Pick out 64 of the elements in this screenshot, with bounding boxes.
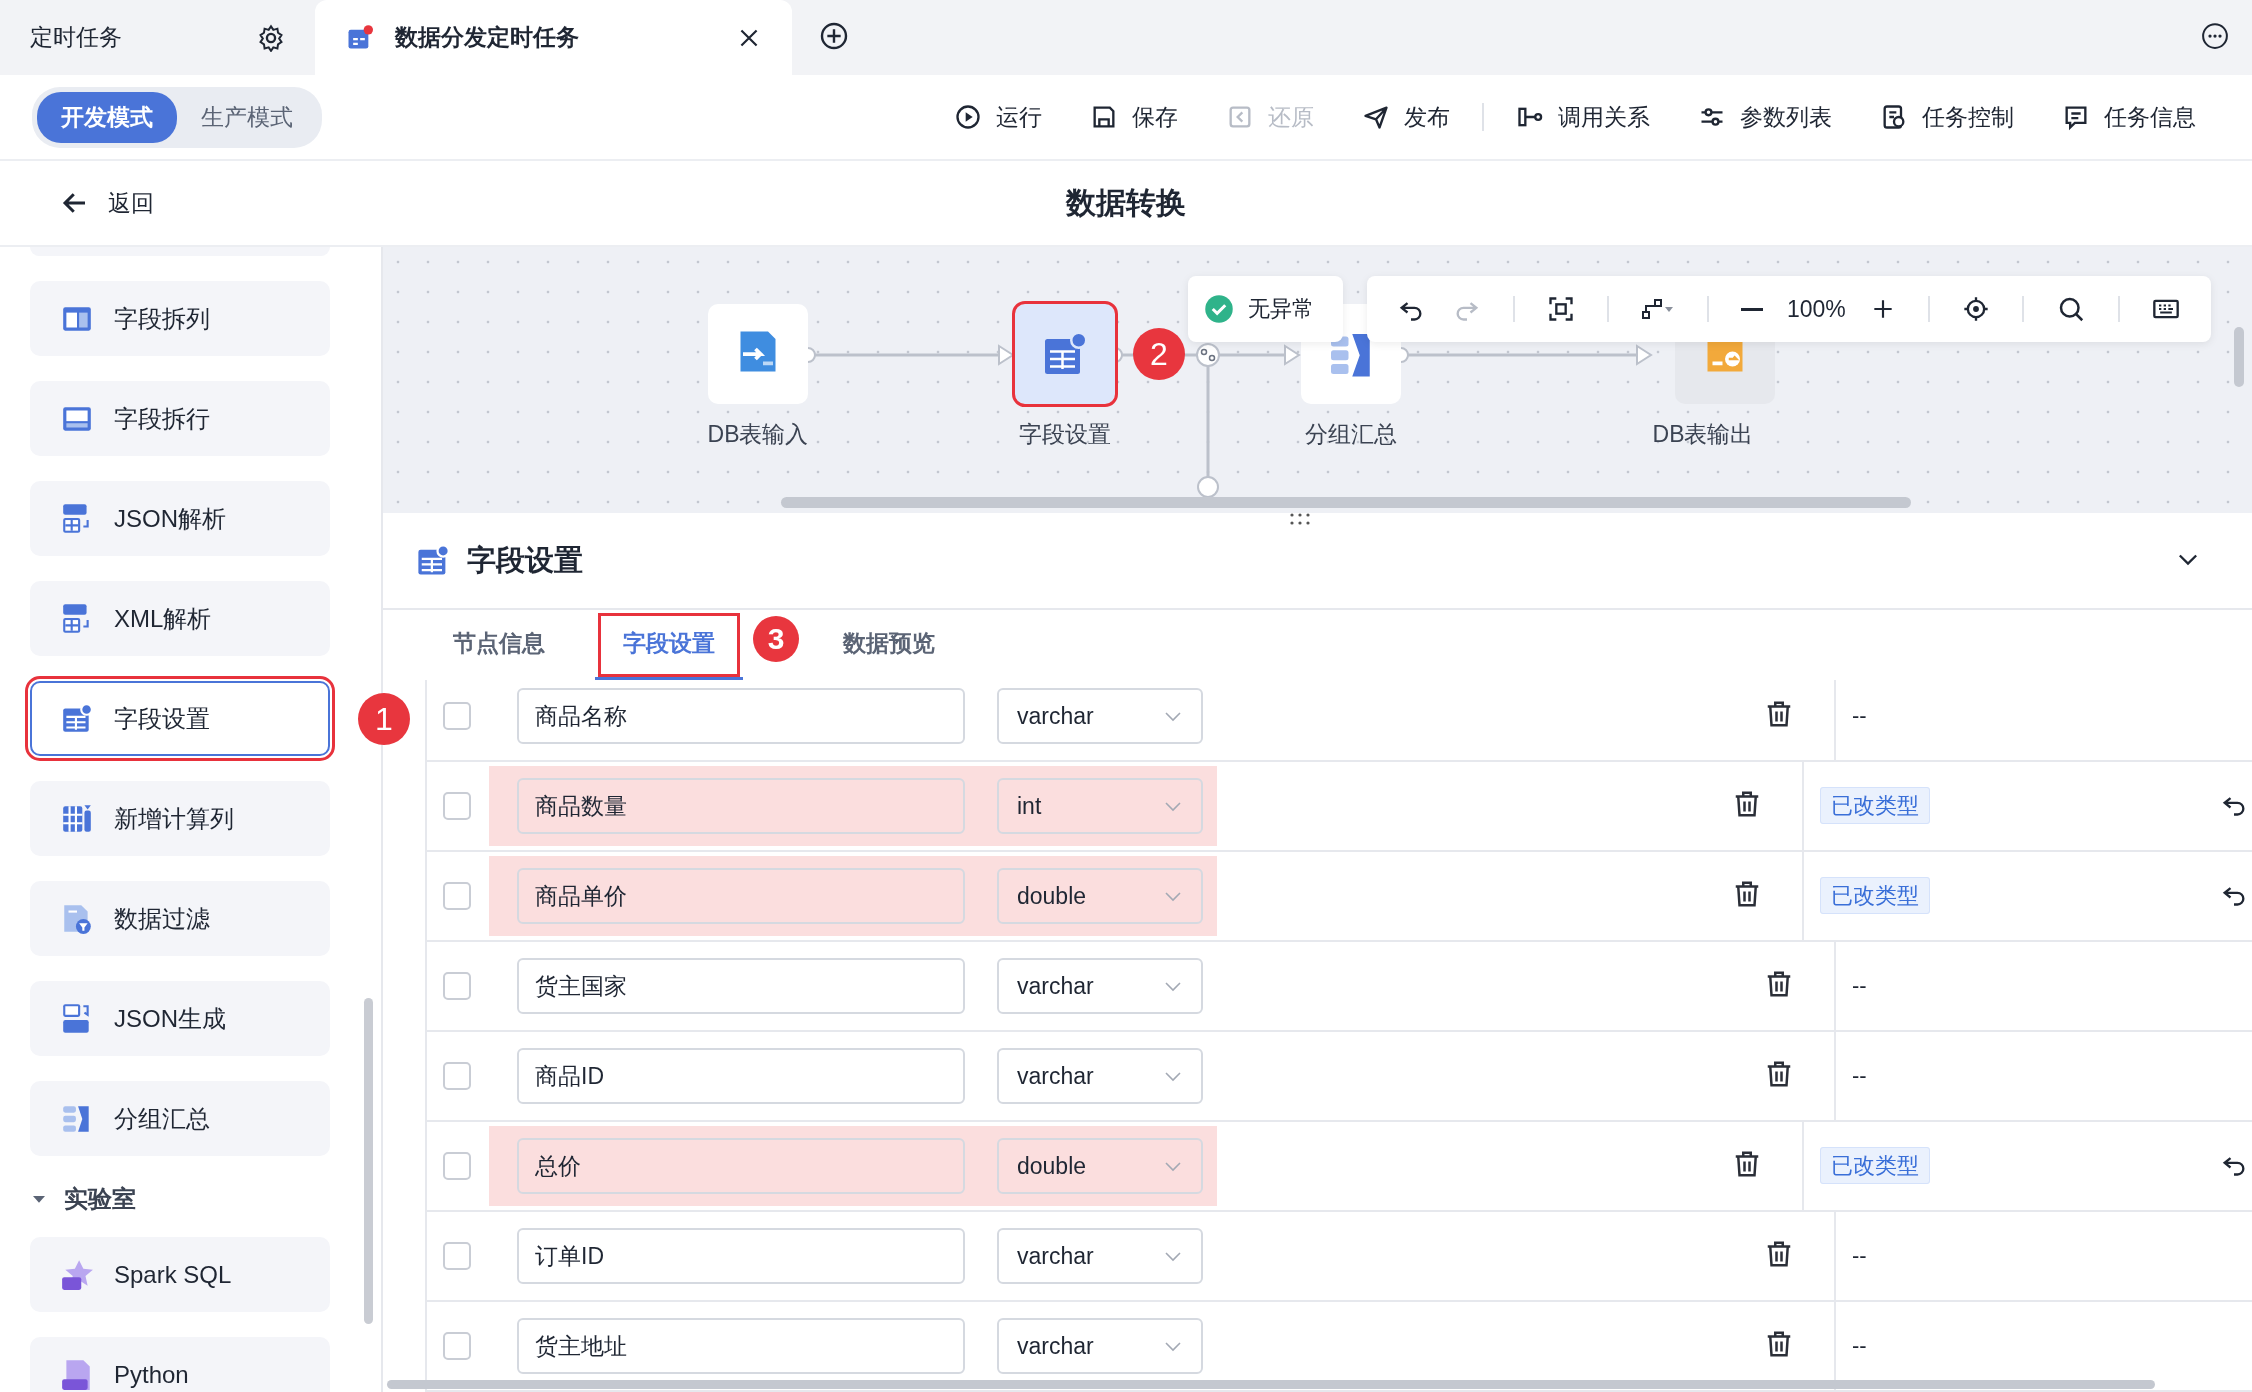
status-badge: 无异常 bbox=[1188, 276, 1343, 342]
status-text: -- bbox=[1852, 1063, 1867, 1088]
field-name-input[interactable]: 商品数量 bbox=[517, 778, 965, 834]
type-select[interactable]: varchar bbox=[997, 1318, 1203, 1374]
status-tag: 已改类型 bbox=[1820, 787, 1930, 824]
tab[interactable]: 节点信息 bbox=[425, 610, 573, 680]
tab-label: 数据分发定时任务 bbox=[395, 23, 579, 52]
sidebar-item[interactable]: JSON生成 bbox=[30, 981, 330, 1056]
type-select[interactable]: varchar bbox=[997, 1048, 1203, 1104]
section-header[interactable]: 实验室 bbox=[30, 1184, 381, 1214]
status-tag: 已改类型 bbox=[1820, 877, 1930, 914]
node-label: DB表输出 bbox=[1652, 421, 1754, 447]
tab[interactable]: 定时任务 bbox=[0, 0, 315, 75]
field-name-input[interactable]: 货主国家 bbox=[517, 958, 965, 1014]
sidebar-item[interactable]: JSON解析 bbox=[30, 481, 330, 556]
type-select[interactable]: varchar bbox=[997, 688, 1203, 744]
status-text: -- bbox=[1852, 703, 1867, 728]
node-label: 字段设置 bbox=[1019, 421, 1111, 447]
toolbar-button[interactable]: 调用关系 bbox=[1492, 101, 1674, 133]
mode-switch[interactable]: 开发模式 生产模式 bbox=[32, 86, 322, 148]
status-text: -- bbox=[1852, 1333, 1867, 1358]
back-button[interactable]: 返回 bbox=[54, 186, 160, 220]
type-select[interactable]: varchar bbox=[997, 958, 1203, 1014]
type-select[interactable]: int bbox=[997, 778, 1203, 834]
section-label: 实验室 bbox=[64, 1184, 136, 1214]
toolbar-button[interactable]: 运行 bbox=[930, 101, 1066, 133]
field-name-input[interactable]: 总价 bbox=[517, 1138, 965, 1194]
type-select[interactable]: varchar bbox=[997, 1228, 1203, 1284]
toolbar-button[interactable]: 任务信息 bbox=[2038, 101, 2220, 133]
sidebar-item[interactable]: 分组汇总 bbox=[30, 1081, 330, 1156]
step-number: 1 bbox=[358, 693, 410, 745]
type-select[interactable]: double bbox=[997, 868, 1203, 924]
sidebar-item[interactable]: 字段拆列 bbox=[30, 281, 330, 356]
field-name-input[interactable]: 商品ID bbox=[517, 1048, 965, 1104]
mode-option[interactable]: 生产模式 bbox=[177, 91, 317, 143]
toolbar-button[interactable]: 任务控制 bbox=[1856, 101, 2038, 133]
type-select[interactable]: double bbox=[997, 1138, 1203, 1194]
sidebar-item[interactable]: Python bbox=[30, 1337, 330, 1392]
node-label: DB表输入 bbox=[707, 421, 809, 447]
status-text: -- bbox=[1852, 973, 1867, 998]
step-number: 2 bbox=[1133, 328, 1185, 380]
toolbar-button[interactable]: 发布 bbox=[1338, 101, 1474, 133]
page-title: 数据转换 bbox=[1066, 185, 1186, 219]
status-text: -- bbox=[1852, 1243, 1867, 1268]
sidebar-item[interactable]: 新增计算列 bbox=[30, 781, 330, 856]
toolbar-button[interactable]: 参数列表 bbox=[1674, 101, 1856, 133]
tab-label: 定时任务 bbox=[30, 23, 122, 52]
field-name-input[interactable]: 货主地址 bbox=[517, 1318, 965, 1374]
field-name-input[interactable]: 订单ID bbox=[517, 1228, 965, 1284]
sidebar-item[interactable]: 字段拆行 bbox=[30, 381, 330, 456]
status-tag: 已改类型 bbox=[1820, 1147, 1930, 1184]
field-name-input[interactable]: 商品名称 bbox=[517, 688, 965, 744]
sidebar-item[interactable]: 数据过滤 bbox=[30, 881, 330, 956]
sidebar-item[interactable]: XML解析 bbox=[30, 581, 330, 656]
sidebar-item[interactable]: Spark SQL bbox=[30, 1237, 330, 1312]
tab[interactable]: 数据分发定时任务 bbox=[315, 0, 792, 75]
tab[interactable]: 数据预览 bbox=[815, 610, 963, 680]
zoom-level: 100% bbox=[1786, 295, 1847, 323]
panel-title: 字段设置 bbox=[467, 542, 583, 578]
node-label: 分组汇总 bbox=[1305, 421, 1397, 447]
step-number: 3 bbox=[753, 616, 799, 662]
toolbar-button[interactable]: 保存 bbox=[1066, 101, 1202, 133]
mode-option[interactable]: 开发模式 bbox=[37, 91, 177, 143]
field-name-input[interactable]: 商品单价 bbox=[517, 868, 965, 924]
